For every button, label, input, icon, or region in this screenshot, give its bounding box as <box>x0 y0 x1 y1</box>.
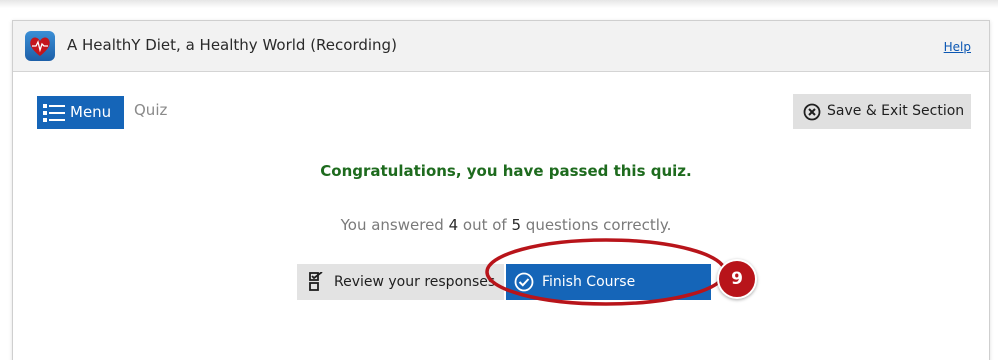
close-circle-icon <box>803 103 821 121</box>
score-suffix: questions correctly. <box>521 216 672 234</box>
menu-label: Menu <box>70 103 112 121</box>
save-exit-button[interactable]: Save & Exit Section <box>793 94 971 129</box>
congratulations-message: Congratulations, you have passed this qu… <box>320 162 692 180</box>
review-responses-label: Review your responses <box>334 274 496 290</box>
review-responses-button[interactable]: Review your responses <box>297 264 504 300</box>
heart-icon <box>25 31 55 61</box>
score-total: 5 <box>511 216 522 234</box>
title-bar: A HealthY Diet, a Healthy World (Recordi… <box>13 21 989 72</box>
section-title: Quiz <box>134 101 168 119</box>
finish-course-button[interactable]: Finish Course <box>506 264 711 300</box>
course-window: A HealthY Diet, a Healthy World (Recordi… <box>12 20 990 360</box>
score-correct: 4 <box>448 216 459 234</box>
menu-button[interactable]: Menu <box>37 96 124 129</box>
course-title: A HealthY Diet, a Healthy World (Recordi… <box>67 36 397 54</box>
save-exit-label: Save & Exit Section <box>827 103 965 119</box>
checklist-icon <box>309 272 323 291</box>
list-icon <box>43 104 65 122</box>
help-link[interactable]: Help <box>944 40 971 54</box>
score-prefix: You answered <box>340 216 449 234</box>
top-shadow <box>0 0 998 8</box>
score-summary: You answered 4 out of 5 questions correc… <box>13 216 998 234</box>
screen: A HealthY Diet, a Healthy World (Recordi… <box>0 0 998 360</box>
step-number-badge: 9 <box>717 259 757 299</box>
score-middle: out of <box>458 216 512 234</box>
check-circle-icon <box>514 272 534 292</box>
finish-course-label: Finish Course <box>542 274 636 290</box>
